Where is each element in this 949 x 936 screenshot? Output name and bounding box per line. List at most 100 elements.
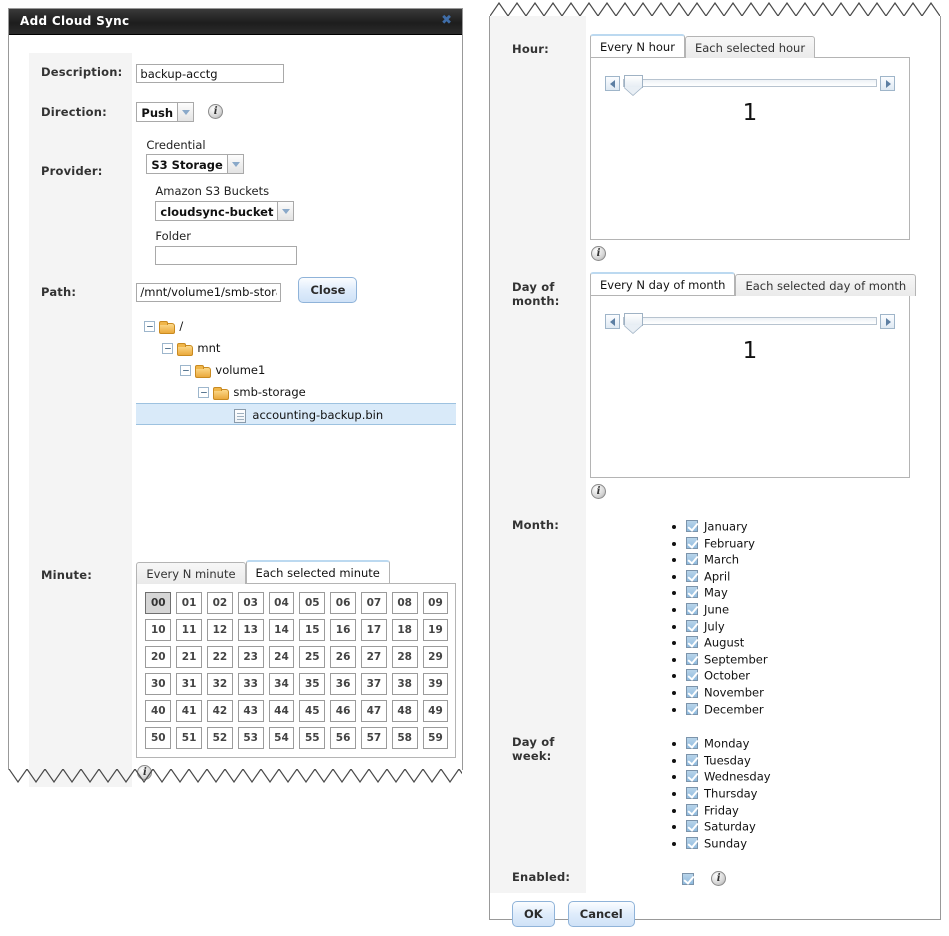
month-checkbox-august[interactable] — [686, 636, 698, 648]
minute-cell-37[interactable]: 37 — [361, 673, 387, 695]
month-checkbox-list[interactable]: JanuaryFebruaryMarchAprilMayJuneJulyAugu… — [656, 518, 936, 717]
tree-collapse-icon[interactable]: − — [144, 321, 155, 332]
day-of-week-checkbox-monday[interactable] — [686, 737, 698, 749]
month-checkbox-december[interactable] — [686, 703, 698, 715]
tree-collapse-icon[interactable]: − — [198, 387, 209, 398]
tree-node-volume1[interactable]: −volume1 — [136, 359, 456, 381]
minute-cell-51[interactable]: 51 — [176, 727, 202, 749]
minute-cell-47[interactable]: 47 — [361, 700, 387, 722]
minute-cell-20[interactable]: 20 — [145, 646, 171, 668]
direction-info-icon[interactable]: i — [208, 104, 223, 119]
minute-cell-40[interactable]: 40 — [145, 700, 171, 722]
minute-cell-58[interactable]: 58 — [392, 727, 418, 749]
minute-cell-38[interactable]: 38 — [392, 673, 418, 695]
tree-node-accounting-backup-bin[interactable]: accounting-backup.bin — [136, 403, 456, 425]
day-of-month-tab-1[interactable]: Each selected day of month — [735, 274, 916, 296]
month-checkbox-may[interactable] — [686, 586, 698, 598]
path-file-tree[interactable]: −/−mnt−volume1−smb-storageaccounting-bac… — [136, 315, 456, 425]
month-checkbox-october[interactable] — [686, 669, 698, 681]
minute-cell-33[interactable]: 33 — [238, 673, 264, 695]
minute-cell-23[interactable]: 23 — [238, 646, 264, 668]
minute-cell-16[interactable]: 16 — [330, 619, 356, 641]
description-input[interactable] — [136, 64, 284, 83]
slider-left-arrow-icon[interactable] — [605, 314, 620, 329]
minute-cell-09[interactable]: 09 — [423, 592, 449, 614]
direction-select[interactable]: Push — [136, 102, 194, 122]
cancel-button[interactable]: Cancel — [568, 901, 635, 927]
day-of-month-tablist[interactable]: Every N day of monthEach selected day of… — [590, 272, 936, 295]
minute-cell-18[interactable]: 18 — [392, 619, 418, 641]
minute-cell-46[interactable]: 46 — [330, 700, 356, 722]
chevron-down-icon[interactable] — [227, 154, 244, 174]
day-of-week-checkbox-friday[interactable] — [686, 804, 698, 816]
minute-cell-54[interactable]: 54 — [269, 727, 295, 749]
path-input[interactable] — [136, 283, 281, 302]
minute-cell-30[interactable]: 30 — [145, 673, 171, 695]
minute-cell-01[interactable]: 01 — [176, 592, 202, 614]
chevron-down-icon[interactable] — [277, 201, 294, 221]
buckets-select[interactable]: cloudsync-bucket — [155, 201, 294, 221]
minute-cell-21[interactable]: 21 — [176, 646, 202, 668]
month-checkbox-june[interactable] — [686, 603, 698, 615]
day-of-month-tab-0[interactable]: Every N day of month — [590, 272, 735, 295]
minute-cell-29[interactable]: 29 — [423, 646, 449, 668]
minute-cell-19[interactable]: 19 — [423, 619, 449, 641]
minute-cell-55[interactable]: 55 — [299, 727, 325, 749]
day-of-month-info-icon[interactable]: i — [591, 484, 606, 499]
folder-input[interactable] — [155, 246, 297, 265]
enabled-info-icon[interactable]: i — [711, 871, 726, 886]
credential-select[interactable]: S3 Storage — [146, 154, 243, 174]
hour-slider-thumb[interactable] — [624, 75, 643, 88]
minute-cell-12[interactable]: 12 — [207, 619, 233, 641]
minute-cell-08[interactable]: 08 — [392, 592, 418, 614]
minute-cell-48[interactable]: 48 — [392, 700, 418, 722]
month-checkbox-march[interactable] — [686, 553, 698, 565]
minute-cell-42[interactable]: 42 — [207, 700, 233, 722]
day-of-week-checkbox-tuesday[interactable] — [686, 754, 698, 766]
minute-cell-24[interactable]: 24 — [269, 646, 295, 668]
minute-cell-36[interactable]: 36 — [330, 673, 356, 695]
tree-collapse-icon[interactable]: − — [162, 343, 173, 354]
minute-cell-52[interactable]: 52 — [207, 727, 233, 749]
hour-tab-0[interactable]: Every N hour — [590, 34, 685, 57]
day-of-week-checkbox-thursday[interactable] — [686, 787, 698, 799]
minute-cell-13[interactable]: 13 — [238, 619, 264, 641]
minute-cell-22[interactable]: 22 — [207, 646, 233, 668]
hour-tab-1[interactable]: Each selected hour — [685, 36, 815, 58]
enabled-checkbox[interactable] — [682, 873, 694, 885]
slider-right-arrow-icon[interactable] — [880, 76, 895, 91]
dom-slider-thumb[interactable] — [624, 313, 643, 326]
minute-cell-06[interactable]: 06 — [330, 592, 356, 614]
minute-cell-35[interactable]: 35 — [299, 673, 325, 695]
minute-cell-41[interactable]: 41 — [176, 700, 202, 722]
minute-cell-02[interactable]: 02 — [207, 592, 233, 614]
minute-cell-11[interactable]: 11 — [176, 619, 202, 641]
day-of-week-checkbox-wednesday[interactable] — [686, 770, 698, 782]
chevron-down-icon[interactable] — [177, 102, 194, 122]
day-of-week-checkbox-saturday[interactable] — [686, 820, 698, 832]
minute-tab-0[interactable]: Every N minute — [136, 562, 245, 584]
minute-cell-31[interactable]: 31 — [176, 673, 202, 695]
tree-node--[interactable]: −/ — [136, 315, 456, 337]
hour-info-icon[interactable]: i — [591, 246, 606, 261]
minute-cell-04[interactable]: 04 — [269, 592, 295, 614]
minute-cell-07[interactable]: 07 — [361, 592, 387, 614]
month-checkbox-february[interactable] — [686, 537, 698, 549]
day-of-week-checkbox-list[interactable]: MondayTuesdayWednesdayThursdayFridaySatu… — [656, 735, 936, 851]
minute-cell-34[interactable]: 34 — [269, 673, 295, 695]
tree-node-mnt[interactable]: −mnt — [136, 337, 456, 359]
dom-slider-track[interactable] — [623, 317, 877, 325]
hour-tablist[interactable]: Every N hourEach selected hour — [590, 34, 936, 57]
minute-cell-45[interactable]: 45 — [299, 700, 325, 722]
month-checkbox-november[interactable] — [686, 686, 698, 698]
minute-cell-27[interactable]: 27 — [361, 646, 387, 668]
minute-tab-1[interactable]: Each selected minute — [246, 560, 390, 583]
minute-cell-14[interactable]: 14 — [269, 619, 295, 641]
slider-left-arrow-icon[interactable] — [605, 76, 620, 91]
month-checkbox-september[interactable] — [686, 653, 698, 665]
minute-cell-25[interactable]: 25 — [299, 646, 325, 668]
minute-cell-43[interactable]: 43 — [238, 700, 264, 722]
minute-cell-00[interactable]: 00 — [145, 592, 171, 614]
month-checkbox-july[interactable] — [686, 620, 698, 632]
hour-slider-track[interactable] — [623, 79, 877, 87]
